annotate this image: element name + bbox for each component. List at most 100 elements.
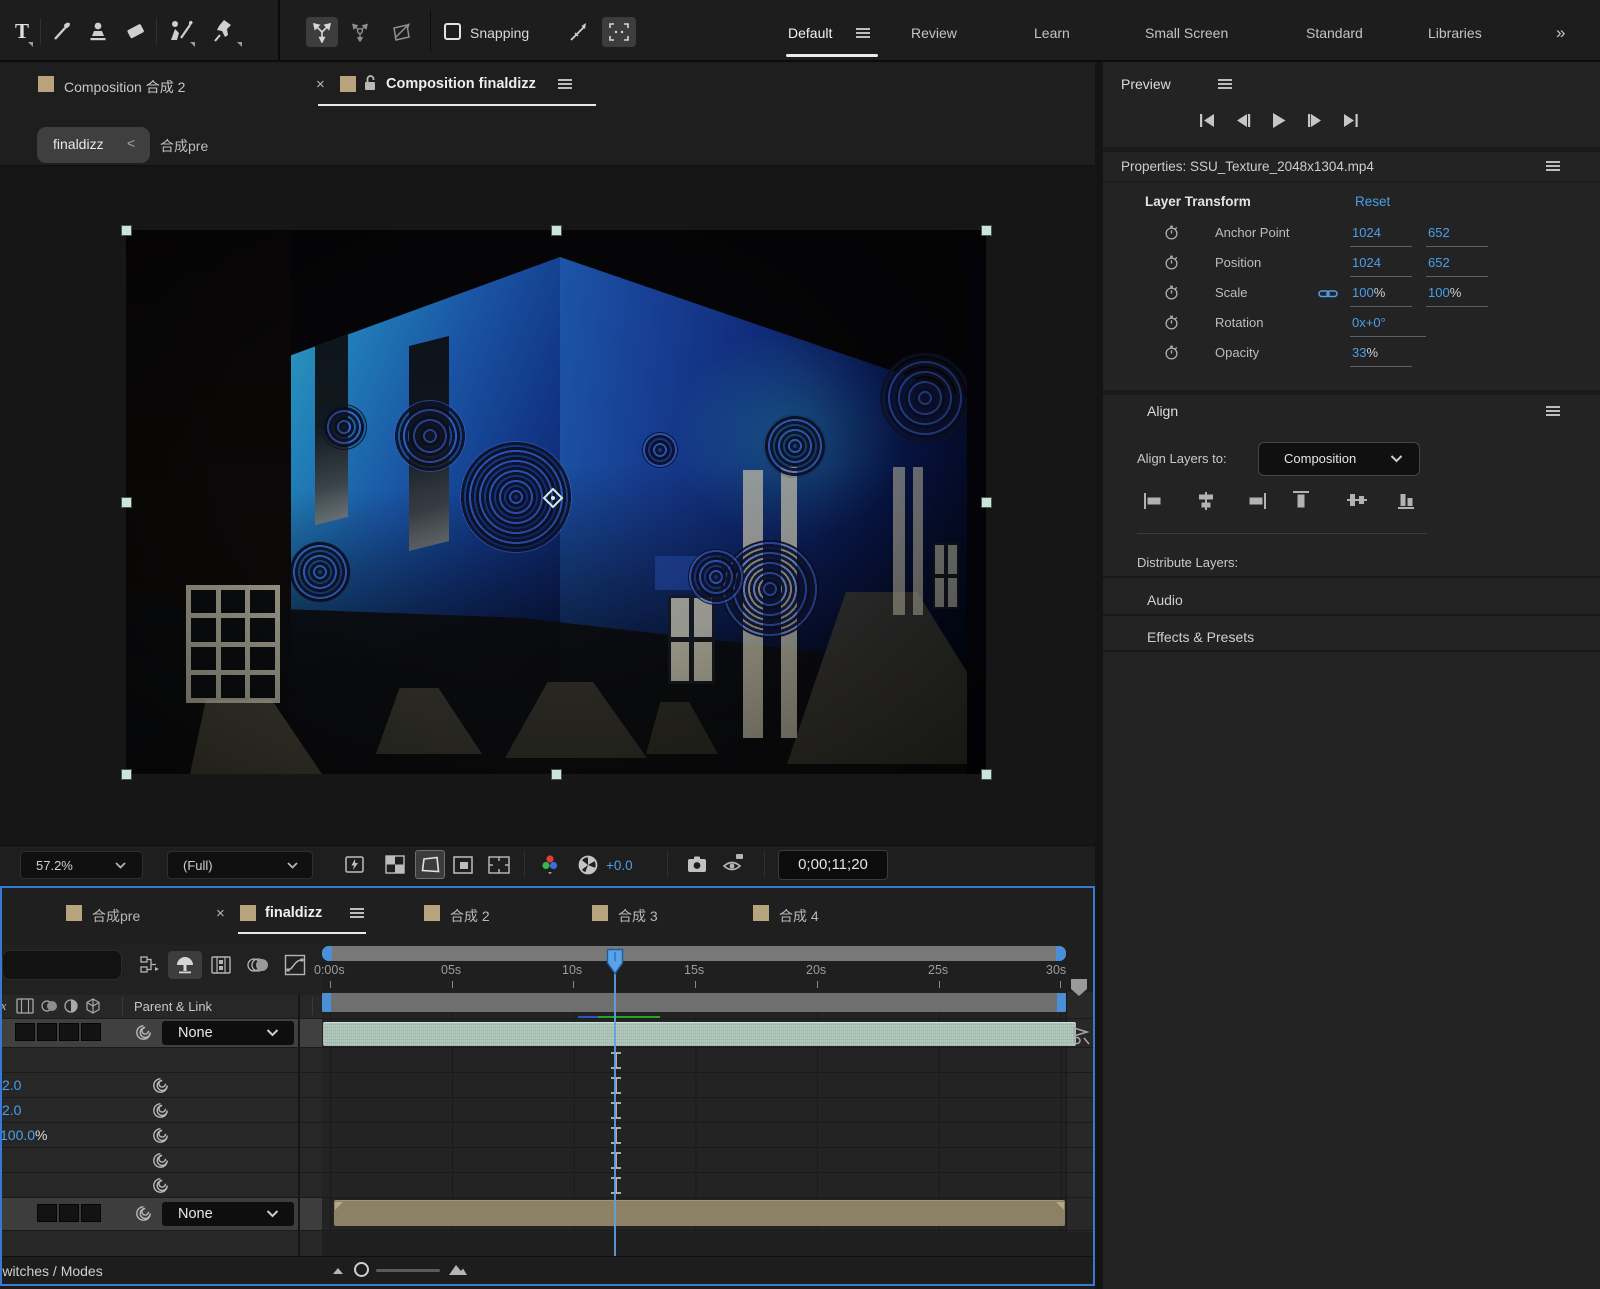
puppet-pin-tool-button[interactable] [208, 16, 240, 46]
close-tab-icon[interactable]: × [316, 76, 325, 93]
take-snapshot-button[interactable] [686, 854, 708, 874]
timeline-zoom-track[interactable] [376, 1269, 440, 1272]
channels-button[interactable] [540, 853, 560, 875]
current-time-field[interactable]: 0;00;11;20 [778, 850, 888, 880]
clone-stamp-tool-button[interactable] [84, 17, 112, 45]
layer-transform-header[interactable]: Layer Transform [1145, 194, 1251, 209]
current-time-indicator[interactable] [604, 948, 626, 975]
effects-presets-panel-header[interactable]: Effects & Presets [1147, 629, 1254, 645]
previous-frame-button[interactable] [1234, 113, 1252, 128]
layer-switch[interactable] [37, 1204, 57, 1222]
layer-switch[interactable] [37, 1023, 57, 1041]
property-value[interactable]: 100% [1428, 285, 1461, 300]
property-value[interactable]: 2.0 [2, 1102, 21, 1118]
mask-visibility-button[interactable] [452, 855, 474, 875]
snapping-checkbox[interactable] [444, 23, 461, 40]
workspace-overflow-chevron[interactable]: » [1556, 23, 1563, 43]
eraser-tool-button[interactable] [120, 17, 150, 45]
preview-panel-menu-icon[interactable] [1218, 79, 1232, 89]
unlock-icon[interactable] [362, 73, 378, 93]
align-right-button[interactable] [1245, 492, 1267, 510]
pickwhip-icon[interactable] [135, 1205, 152, 1222]
breadcrumb-parent[interactable]: 合成pre [160, 136, 208, 156]
property-value[interactable]: 1024 [1352, 225, 1381, 240]
align-top-button[interactable] [1292, 490, 1314, 510]
selection-handle[interactable] [981, 225, 992, 236]
layer-switch[interactable] [81, 1204, 101, 1222]
selection-handle[interactable] [121, 769, 132, 780]
selection-handle[interactable] [121, 225, 132, 236]
align-horizontal-center-button[interactable] [1195, 492, 1217, 510]
pickwhip-icon[interactable] [152, 1102, 169, 1119]
first-frame-button[interactable] [1198, 113, 1216, 128]
view-axis-mode-button[interactable] [388, 20, 414, 44]
navigator-start-handle[interactable] [322, 946, 332, 961]
pickwhip-icon[interactable] [152, 1177, 169, 1194]
timeline-tab-1[interactable]: 合成pre [92, 906, 140, 926]
playhead-line[interactable] [614, 948, 616, 1256]
selection-handle[interactable] [551, 769, 562, 780]
workspace-tab-libraries[interactable]: Libraries [1428, 25, 1482, 41]
property-value[interactable]: 2.0 [2, 1077, 21, 1093]
comp-tab-2-active[interactable]: Composition finaldizz [386, 76, 536, 92]
work-area-start-handle[interactable] [322, 993, 331, 1012]
layer-switch[interactable] [15, 1023, 35, 1041]
stopwatch-icon[interactable] [1163, 224, 1180, 241]
frame-blending-icon[interactable] [210, 954, 232, 976]
fast-previews-button[interactable] [343, 853, 367, 877]
next-frame-button[interactable] [1306, 113, 1324, 128]
align-panel-title[interactable]: Align [1147, 403, 1178, 419]
motion-blur-icon[interactable] [246, 955, 270, 975]
align-vertical-center-button[interactable] [1347, 490, 1369, 510]
comp-tab-menu-icon[interactable] [558, 79, 572, 89]
workspace-tab-review[interactable]: Review [911, 25, 957, 41]
timeline-tab-4[interactable]: 合成 3 [618, 906, 658, 926]
selection-handle[interactable] [981, 769, 992, 780]
column-divider[interactable] [298, 995, 300, 1256]
work-area-bar[interactable] [322, 993, 1066, 1012]
property-value[interactable]: 0x+0° [1352, 315, 1386, 330]
audio-panel-header[interactable]: Audio [1147, 592, 1183, 608]
anchor-point-icon[interactable] [541, 486, 565, 510]
comp-marker-bin-icon[interactable] [1070, 978, 1088, 997]
snap-guides-button[interactable] [566, 20, 592, 44]
selection-handle[interactable] [981, 497, 992, 508]
zoom-out-frames-icon[interactable] [332, 1266, 344, 1275]
pickwhip-icon[interactable] [152, 1077, 169, 1094]
pickwhip-icon[interactable] [152, 1127, 169, 1144]
link-scale-icon[interactable] [1318, 287, 1338, 300]
world-axis-mode-button[interactable] [348, 20, 372, 44]
stopwatch-icon[interactable] [1163, 344, 1180, 361]
align-bottom-button[interactable] [1397, 490, 1419, 510]
property-value[interactable]: 100% [1352, 285, 1385, 300]
transparency-grid-button[interactable] [384, 855, 406, 875]
comp-tab-1[interactable]: Composition 合成 2 [64, 77, 185, 97]
properties-panel-menu-icon[interactable] [1546, 161, 1560, 171]
zoom-in-frames-icon[interactable] [448, 1262, 468, 1276]
property-value[interactable]: 652 [1428, 225, 1450, 240]
preview-panel-title[interactable]: Preview [1121, 76, 1171, 92]
switches-modes-toggle[interactable]: Switches / Modes [0, 1263, 103, 1279]
reset-link[interactable]: Reset [1355, 194, 1390, 209]
workspace-tab-learn[interactable]: Learn [1034, 25, 1070, 41]
timeline-tab-5[interactable]: 合成 4 [779, 906, 819, 926]
guides-safe-areas-button[interactable] [487, 855, 511, 875]
layer-bar-video[interactable] [323, 1022, 1076, 1046]
align-left-button[interactable] [1143, 492, 1165, 510]
align-panel-menu-icon[interactable] [1546, 406, 1560, 416]
timeline-search-input[interactable] [2, 950, 122, 980]
close-tab-icon[interactable]: × [216, 905, 225, 922]
exposure-value[interactable]: +0.0 [606, 858, 633, 873]
stopwatch-icon[interactable] [1163, 284, 1180, 301]
time-navigator-bar[interactable] [322, 946, 1066, 961]
timeline-tab-2-active[interactable]: finaldizz [265, 905, 322, 921]
workspace-tab-small-screen[interactable]: Small Screen [1145, 25, 1228, 41]
pickwhip-icon[interactable] [152, 1152, 169, 1169]
property-value[interactable]: 1024 [1352, 255, 1381, 270]
selection-handle[interactable] [551, 225, 562, 236]
brush-tool-button[interactable] [48, 17, 76, 45]
work-area-end-handle[interactable] [1057, 993, 1066, 1012]
stopwatch-icon[interactable] [1163, 314, 1180, 331]
timeline-tab-3[interactable]: 合成 2 [450, 906, 490, 926]
workspace-tab-standard[interactable]: Standard [1306, 25, 1363, 41]
